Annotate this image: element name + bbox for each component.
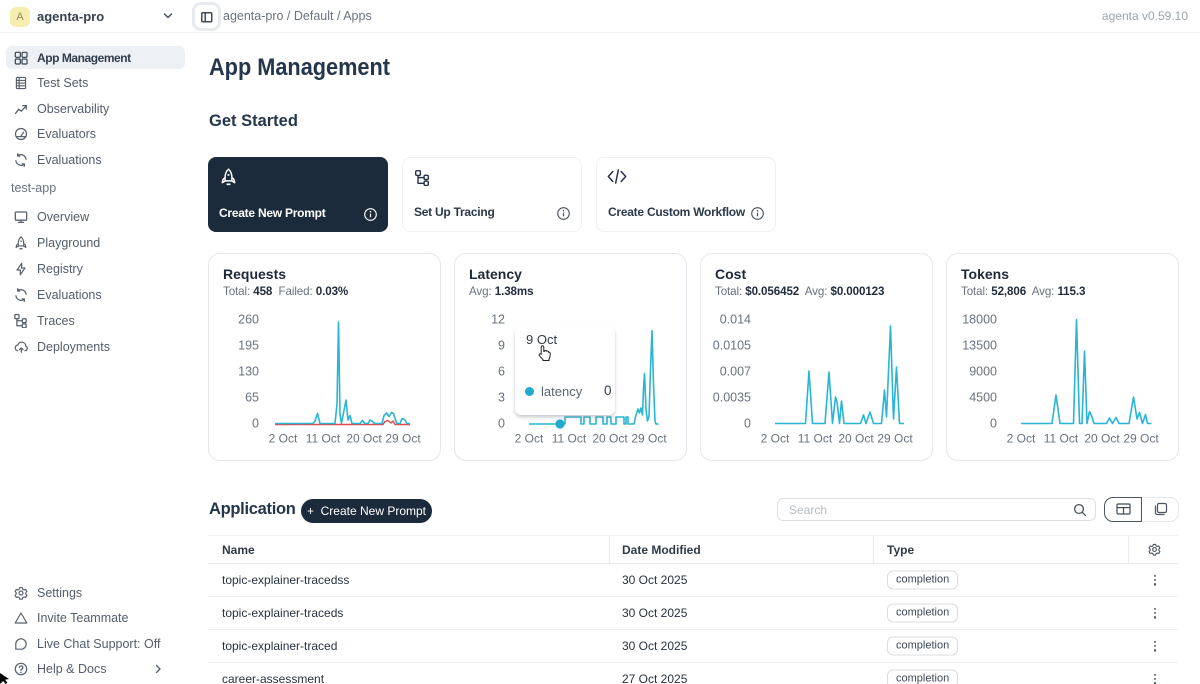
svg-text:11 Oct: 11 Oct — [306, 432, 341, 446]
svg-text:195: 195 — [238, 339, 259, 353]
svg-text:0: 0 — [744, 417, 751, 431]
svg-text:29 Oct: 29 Oct — [631, 432, 667, 446]
svg-text:0.007: 0.007 — [720, 365, 751, 379]
svg-text:65: 65 — [245, 391, 259, 405]
svg-text:9: 9 — [498, 339, 505, 353]
svg-text:0: 0 — [990, 417, 997, 431]
svg-text:9000: 9000 — [969, 365, 997, 379]
svg-text:20 Oct: 20 Oct — [346, 432, 382, 446]
svg-text:20 Oct: 20 Oct — [1084, 432, 1120, 446]
svg-text:11 Oct: 11 Oct — [552, 432, 587, 446]
svg-text:3: 3 — [498, 391, 505, 405]
svg-text:130: 130 — [238, 365, 259, 379]
svg-text:11 Oct: 11 Oct — [798, 432, 833, 446]
svg-text:20 Oct: 20 Oct — [838, 432, 874, 446]
svg-text:0.014: 0.014 — [720, 313, 751, 327]
svg-text:2 Oct: 2 Oct — [515, 432, 544, 446]
svg-text:29 Oct: 29 Oct — [385, 432, 421, 446]
svg-text:11 Oct: 11 Oct — [1044, 432, 1079, 446]
svg-text:2 Oct: 2 Oct — [761, 432, 790, 446]
svg-text:13500: 13500 — [962, 339, 997, 353]
svg-text:0: 0 — [498, 417, 505, 431]
svg-text:4500: 4500 — [969, 391, 997, 405]
svg-text:12: 12 — [491, 313, 505, 327]
svg-text:2 Oct: 2 Oct — [269, 432, 298, 446]
svg-text:0.0035: 0.0035 — [713, 391, 751, 405]
svg-text:0.0105: 0.0105 — [713, 339, 751, 353]
svg-text:0: 0 — [252, 417, 259, 431]
svg-text:20 Oct: 20 Oct — [592, 432, 628, 446]
svg-text:29 Oct: 29 Oct — [877, 432, 913, 446]
svg-text:260: 260 — [238, 313, 259, 327]
svg-text:2 Oct: 2 Oct — [1007, 432, 1036, 446]
svg-text:18000: 18000 — [962, 313, 997, 327]
svg-text:6: 6 — [498, 365, 505, 379]
svg-text:29 Oct: 29 Oct — [1123, 432, 1159, 446]
